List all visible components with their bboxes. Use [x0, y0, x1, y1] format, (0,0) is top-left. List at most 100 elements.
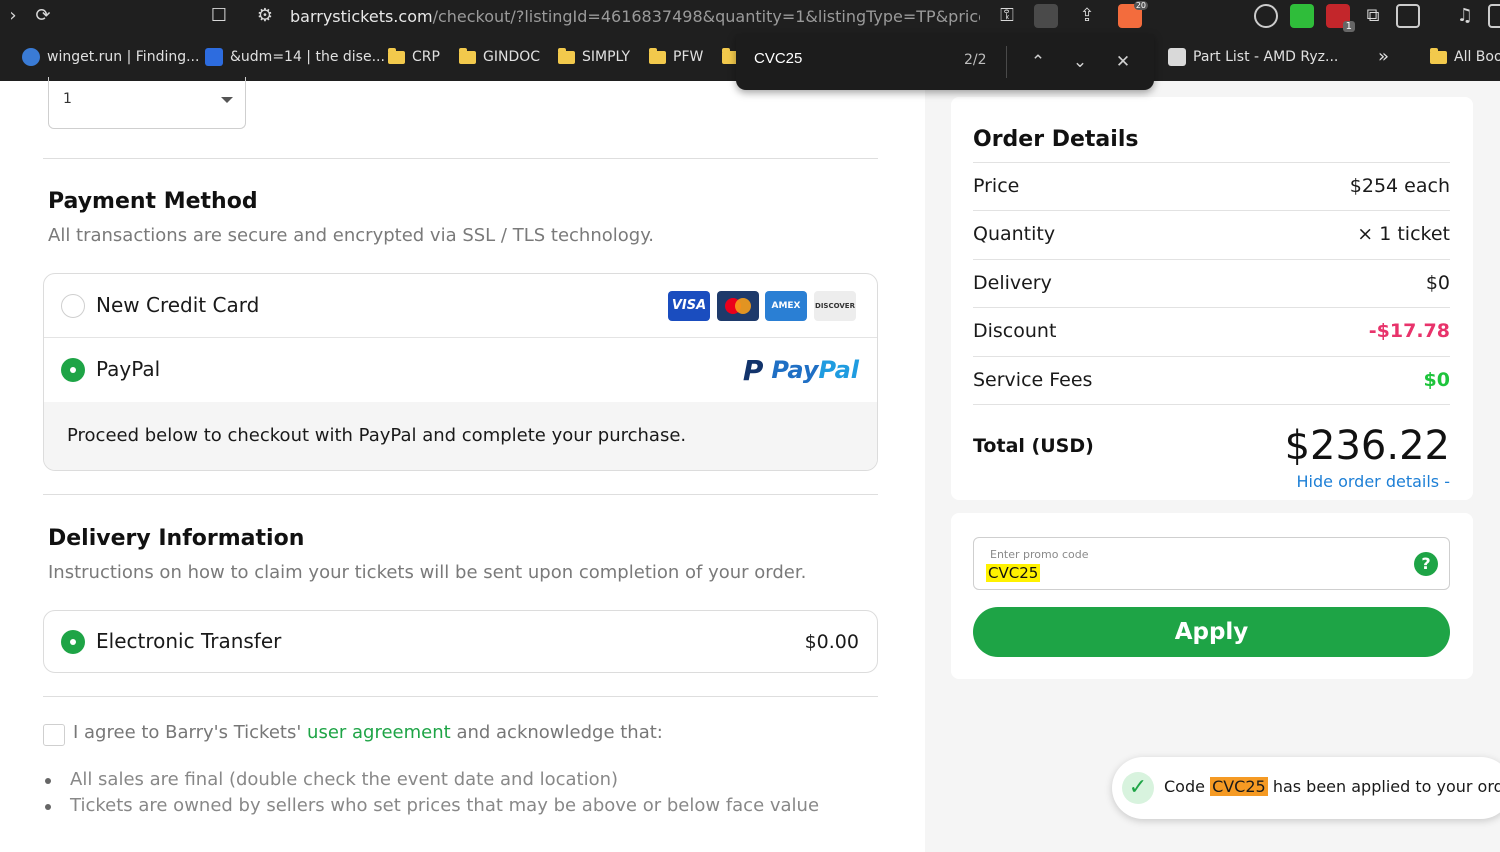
order-row-value: $254 each: [1349, 175, 1450, 197]
extension-green-icon[interactable]: [1290, 4, 1314, 28]
divider: [973, 404, 1450, 405]
folder-icon: [558, 47, 575, 64]
site-settings-icon[interactable]: ⚙: [252, 4, 278, 28]
paypal-wordmark: PayPal: [771, 356, 859, 384]
agree-checkbox[interactable]: [43, 724, 65, 746]
delivery-option-electronic[interactable]: Electronic Transfer $0.00: [43, 610, 878, 673]
total-value: $236.22: [1284, 423, 1450, 469]
promo-code-input[interactable]: Enter promo code CVC25 ?: [973, 537, 1450, 590]
toolbar: › ⟳ ☐ ⚙ barrystickets.com/checkout/?list…: [0, 0, 1500, 34]
toast-prefix: Code: [1164, 777, 1205, 796]
promo-card: Enter promo code CVC25 ? Apply: [951, 513, 1473, 679]
window-icon[interactable]: [1488, 4, 1500, 28]
list-item: Tickets are owned by sellers who set pri…: [43, 793, 819, 819]
bookmark-label: All Boo: [1454, 49, 1500, 65]
payment-option-credit-card[interactable]: New Credit Card VISA AMEX DISCOVER: [44, 274, 877, 338]
find-in-page-icon[interactable]: [1034, 4, 1058, 28]
apply-button[interactable]: Apply: [973, 607, 1450, 657]
promo-placeholder: Enter promo code: [990, 548, 1089, 561]
paypal-p-icon: P: [742, 353, 764, 387]
radio-credit-card[interactable]: [61, 294, 85, 318]
find-count: 2/2: [964, 52, 987, 68]
pcpartpicker-icon: [1168, 48, 1186, 66]
order-row-price: Price $254 each: [973, 162, 1450, 210]
extensions-puzzle-icon[interactable]: ⧉: [1360, 4, 1386, 28]
url-path: /checkout/?listingId=4616837498&quantity…: [432, 7, 980, 26]
check-icon: ✓: [1122, 772, 1154, 804]
visa-icon: VISA: [668, 291, 710, 321]
order-sidebar: Order Details Price $254 each Quantity ×…: [925, 81, 1500, 852]
paypal-note-text: Proceed below to checkout with PayPal an…: [67, 425, 687, 446]
bookmark-item[interactable]: SIMPLY: [558, 46, 630, 68]
help-icon[interactable]: ?: [1414, 552, 1438, 576]
find-previous-icon[interactable]: ⌃: [1024, 48, 1052, 76]
order-row-label: Delivery: [973, 272, 1052, 294]
address-bar[interactable]: barrystickets.com/checkout/?listingId=46…: [290, 6, 980, 28]
order-row-delivery: Delivery $0: [973, 259, 1450, 307]
screenshot-icon[interactable]: [1396, 4, 1420, 28]
key-icon[interactable]: ⚿: [994, 4, 1020, 28]
bookmark-label: PFW: [673, 49, 704, 65]
share-icon[interactable]: ⇪: [1074, 4, 1100, 28]
delivery-subtitle: Instructions on how to claim your ticket…: [48, 562, 807, 583]
divider: [43, 494, 878, 495]
order-row-label: Price: [973, 175, 1020, 197]
bookmark-item[interactable]: PFW: [649, 46, 703, 68]
close-icon[interactable]: ✕: [1109, 48, 1137, 76]
order-details-card: Order Details Price $254 each Quantity ×…: [951, 97, 1473, 500]
discover-icon: DISCOVER: [814, 291, 856, 321]
order-row-discount: Discount -$17.78: [973, 307, 1450, 355]
paypal-logo: P PayPal: [743, 352, 859, 388]
bookmark-label: winget.run | Finding...: [47, 49, 200, 65]
brave-shield-icon[interactable]: 20: [1118, 1, 1148, 28]
google-icon: [205, 48, 223, 66]
promo-value: CVC25: [986, 564, 1041, 582]
order-row-value: × 1 ticket: [1357, 223, 1450, 245]
bookmark-item[interactable]: All Boo: [1430, 46, 1500, 68]
forward-icon[interactable]: ›: [0, 4, 26, 28]
chevron-down-icon: [221, 97, 233, 103]
toast-suffix: has been applied to your order.: [1272, 777, 1500, 796]
bookmark-item[interactable]: GINDOC: [459, 46, 540, 68]
payment-method-title: Payment Method: [48, 189, 258, 214]
media-icon[interactable]: ♫: [1452, 4, 1478, 28]
wallet-icon[interactable]: [1254, 4, 1278, 28]
payment-options: New Credit Card VISA AMEX DISCOVER PayPa…: [43, 273, 878, 471]
find-next-icon[interactable]: ⌄: [1066, 48, 1094, 76]
folder-icon: [649, 47, 666, 64]
agree-text: I agree to Barry's Tickets' user agreeme…: [73, 722, 663, 743]
bookmark-item[interactable]: Part List - AMD Ryz...: [1168, 46, 1338, 68]
payment-option-paypal[interactable]: PayPal P PayPal: [44, 338, 877, 402]
bookmark-icon[interactable]: ☐: [206, 4, 232, 28]
bookmark-item[interactable]: &udm=14 | the dise...: [205, 46, 385, 68]
find-input[interactable]: CVC25: [754, 50, 802, 67]
agreement-bullets: All sales are final (double check the ev…: [43, 767, 819, 819]
quantity-select[interactable]: 1: [48, 77, 246, 129]
checkout-form: 1 Payment Method All transactions are se…: [0, 77, 925, 852]
order-details-title: Order Details: [973, 127, 1139, 152]
order-row-value: $0: [1423, 369, 1450, 391]
hide-order-details-link[interactable]: Hide order details -: [1297, 472, 1450, 491]
radio-electronic-transfer[interactable]: [61, 630, 85, 654]
payment-option-label: PayPal: [96, 357, 161, 381]
bookmark-item[interactable]: CRP: [388, 46, 440, 68]
extension-red-icon[interactable]: 1: [1326, 4, 1355, 32]
mastercard-circle-orange: [735, 298, 751, 314]
delivery-option-label: Electronic Transfer: [96, 629, 282, 653]
bookmark-label: CRP: [412, 49, 440, 65]
divider: [1006, 46, 1007, 78]
payment-option-label: New Credit Card: [96, 293, 260, 317]
radio-paypal[interactable]: [61, 358, 85, 382]
amex-icon: AMEX: [765, 291, 807, 321]
order-row-label: Service Fees: [973, 369, 1093, 391]
order-row-service-fees: Service Fees $0: [973, 356, 1450, 404]
delivery-title: Delivery Information: [48, 526, 305, 551]
divider: [43, 158, 878, 159]
reload-icon[interactable]: ⟳: [30, 4, 56, 28]
user-agreement-link[interactable]: user agreement: [307, 722, 451, 743]
bookmark-item[interactable]: winget.run | Finding...: [22, 46, 199, 68]
agree-suffix: and acknowledge that:: [456, 722, 663, 743]
brave-badge: 20: [1133, 1, 1148, 10]
bookmarks-overflow-button[interactable]: »: [1378, 46, 1389, 68]
globe-icon: [22, 48, 40, 66]
